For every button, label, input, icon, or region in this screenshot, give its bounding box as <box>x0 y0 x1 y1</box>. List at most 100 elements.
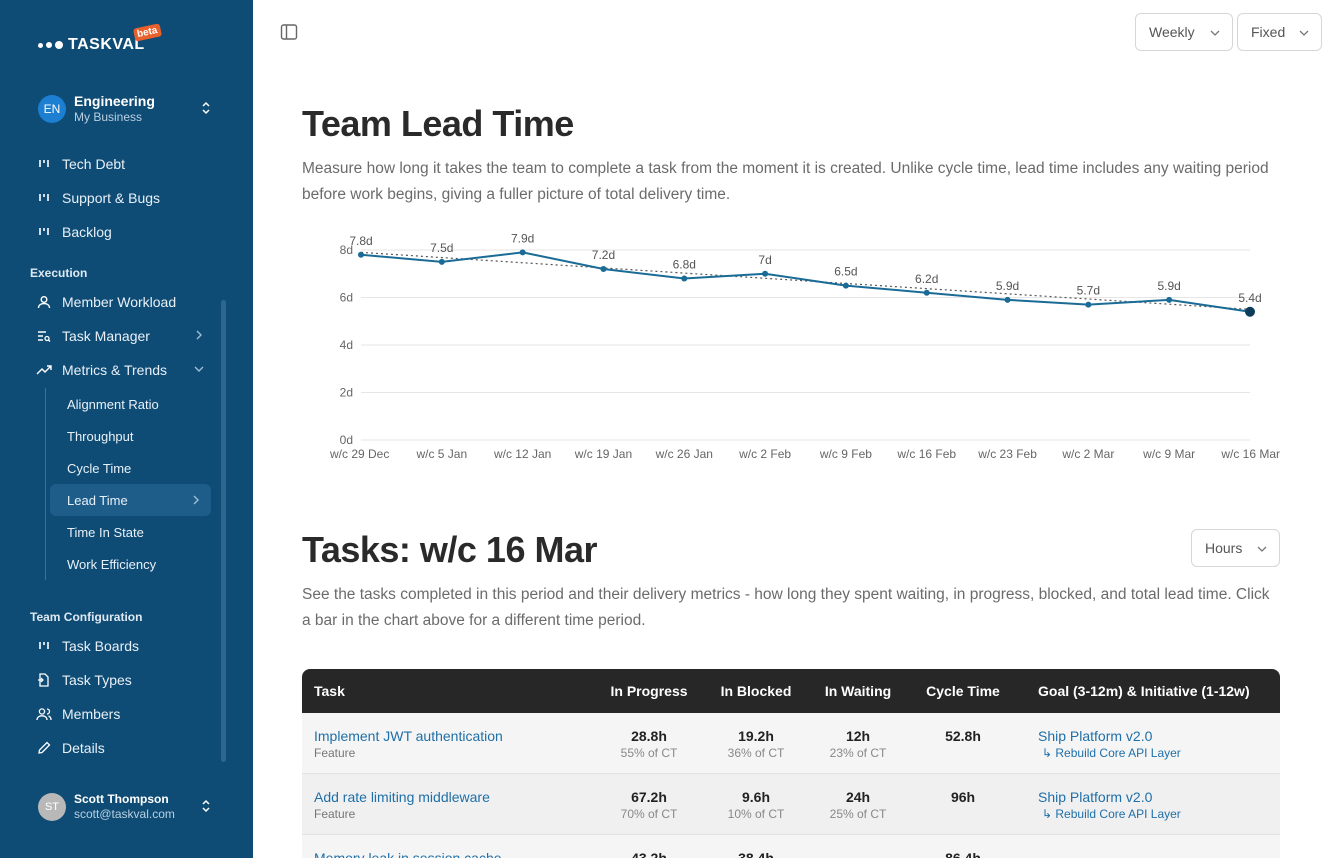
table-row: Implement JWT authentication Feature 28.… <box>302 713 1280 774</box>
nav-item-task-types[interactable]: Task Types <box>26 663 216 697</box>
y-tick-label: 0d <box>340 433 353 447</box>
nav-team-config: Team Configuration Task Boards Task Type… <box>26 605 216 765</box>
x-tick-label: w/c 19 Jan <box>574 447 632 461</box>
org-name: Engineering <box>74 93 155 109</box>
nav-item-metrics-trends[interactable]: Metrics & Trends <box>26 353 216 387</box>
period-select[interactable]: Weekly <box>1135 13 1233 51</box>
data-label: 5.9d <box>1158 279 1181 293</box>
section-label-execution: Execution <box>30 266 88 280</box>
x-tick-label: w/c 9 Feb <box>819 447 872 461</box>
col-header-goal[interactable]: Goal (3-12m) & Initiative (1-12w) <box>1016 683 1250 699</box>
units-select-value: Hours <box>1205 540 1243 556</box>
logo[interactable]: TASKVAL <box>38 36 145 54</box>
y-tick-label: 2d <box>340 386 353 400</box>
nav-label: Member Workload <box>62 294 177 310</box>
data-point <box>600 266 607 272</box>
board-icon <box>36 224 52 240</box>
data-point <box>1245 306 1255 317</box>
sidebar: TASKVAL beta EN Engineering My Business … <box>0 0 253 858</box>
data-label: 7.9d <box>511 231 534 245</box>
nav-execution: Execution Member Workload Task Manager M… <box>26 261 216 387</box>
nav-item-member-workload[interactable]: Member Workload <box>26 285 216 319</box>
in-blocked-value: 9.6h <box>741 789 770 805</box>
subnav-item-lead-time[interactable]: Lead Time <box>50 484 211 516</box>
logo-dots-icon <box>38 41 63 49</box>
col-header-in-blocked[interactable]: In Blocked <box>706 683 806 699</box>
nav-item-members[interactable]: Members <box>26 697 216 731</box>
task-type: Feature <box>314 746 356 760</box>
initiative-link[interactable]: ↳ Rebuild Core API Layer <box>1038 745 1181 761</box>
x-tick-label: w/c 16 Mar <box>1220 447 1280 461</box>
lead-time-chart[interactable]: 0d2d4d6d8dw/c 29 Dec w/c 5 Jan w/c 12 Jan w… <box>320 225 1290 470</box>
mode-select[interactable]: Fixed <box>1237 13 1322 51</box>
org-subtitle: My Business <box>74 110 143 124</box>
goal-link[interactable]: Ship Platform v2.0 <box>1038 789 1181 806</box>
board-icon <box>36 190 52 206</box>
task-type: Feature <box>314 807 356 821</box>
data-point <box>519 249 526 256</box>
org-switcher[interactable]: EN Engineering My Business <box>38 92 216 126</box>
in-progress-pct: 70% of CT <box>620 807 678 821</box>
in-progress-value: 67.2h <box>631 789 667 805</box>
in-waiting-pct: 23% of CT <box>829 746 887 760</box>
col-header-in-waiting[interactable]: In Waiting <box>806 683 910 699</box>
data-point <box>681 275 688 282</box>
col-header-cycle-time[interactable]: Cycle Time <box>910 683 1016 699</box>
subnav-item-work-efficiency[interactable]: Work Efficiency <box>50 548 211 580</box>
nav-item-support-bugs[interactable]: Support & Bugs <box>26 181 216 215</box>
subnav-item-time-in-state[interactable]: Time In State <box>50 516 211 548</box>
task-link[interactable]: Memory leak in session cache <box>314 850 592 858</box>
data-label: 7.2d <box>592 248 615 262</box>
in-progress-value: 28.8h <box>631 728 667 744</box>
chevron-right-icon <box>193 495 199 505</box>
user-menu[interactable]: ST Scott Thompson scott@taskval.com <box>38 790 216 824</box>
col-header-in-progress[interactable]: In Progress <box>592 683 706 699</box>
x-tick-label: w/c 16 Feb <box>896 447 956 461</box>
in-progress-pct: 55% of CT <box>620 746 678 760</box>
chevron-down-icon <box>1210 30 1220 36</box>
goal-link[interactable]: Ship Platform v2.0 <box>1038 728 1181 745</box>
data-label: 5.4d <box>1238 291 1261 305</box>
sidebar-toggle-icon[interactable] <box>280 23 298 41</box>
cycle-time-value: 86.4h <box>945 850 981 858</box>
data-point <box>762 270 769 277</box>
nav-item-tech-debt[interactable]: Tech Debt <box>26 147 216 181</box>
metrics-subnav: Alignment Ratio Throughput Cycle Time Le… <box>45 388 211 580</box>
subnav-item-throughput[interactable]: Throughput <box>50 420 211 452</box>
nav-item-backlog[interactable]: Backlog <box>26 215 216 249</box>
in-blocked-value: 19.2h <box>738 728 774 744</box>
nav-item-task-boards[interactable]: Task Boards <box>26 629 216 663</box>
tasks-description: See the tasks completed in this period a… <box>302 586 1270 629</box>
subnav-item-alignment-ratio[interactable]: Alignment Ratio <box>50 388 211 420</box>
org-avatar: EN <box>38 95 66 123</box>
nav-item-details[interactable]: Details <box>26 731 216 765</box>
board-icon <box>36 638 52 654</box>
data-label: 6.8d <box>673 258 696 272</box>
chevron-down-icon <box>1299 30 1309 36</box>
in-progress-value: 43.2h <box>631 850 667 858</box>
sidebar-scrollbar[interactable] <box>221 300 226 762</box>
trend-line <box>360 251 1251 310</box>
x-tick-label: w/c 23 Feb <box>977 447 1037 461</box>
col-header-task[interactable]: Task <box>302 683 592 699</box>
section-label-team-config: Team Configuration <box>30 610 143 624</box>
data-label: 5.9d <box>996 279 1019 293</box>
logo-text: TASKVAL <box>68 36 145 53</box>
in-blocked-pct: 10% of CT <box>727 807 785 821</box>
initiative-link[interactable]: ↳ Rebuild Core API Layer <box>1038 806 1181 822</box>
list-search-icon <box>36 328 52 344</box>
units-select[interactable]: Hours <box>1191 529 1280 567</box>
trend-icon <box>36 362 52 378</box>
nav-item-task-manager[interactable]: Task Manager <box>26 319 216 353</box>
data-label: 6.5d <box>834 265 857 279</box>
pencil-icon <box>36 740 52 756</box>
nav-label: Task Types <box>62 672 132 688</box>
x-tick-label: w/c 26 Jan <box>655 447 713 461</box>
subnav-item-cycle-time[interactable]: Cycle Time <box>50 452 211 484</box>
task-link[interactable]: Add rate limiting middleware <box>314 789 592 806</box>
table-header: Task In Progress In Blocked In Waiting C… <box>302 669 1280 713</box>
user-icon <box>36 294 52 310</box>
table-row: Memory leak in session cache 43.2h 38.4h… <box>302 835 1280 858</box>
task-link[interactable]: Implement JWT authentication <box>314 728 592 745</box>
user-name: Scott Thompson <box>74 792 169 806</box>
